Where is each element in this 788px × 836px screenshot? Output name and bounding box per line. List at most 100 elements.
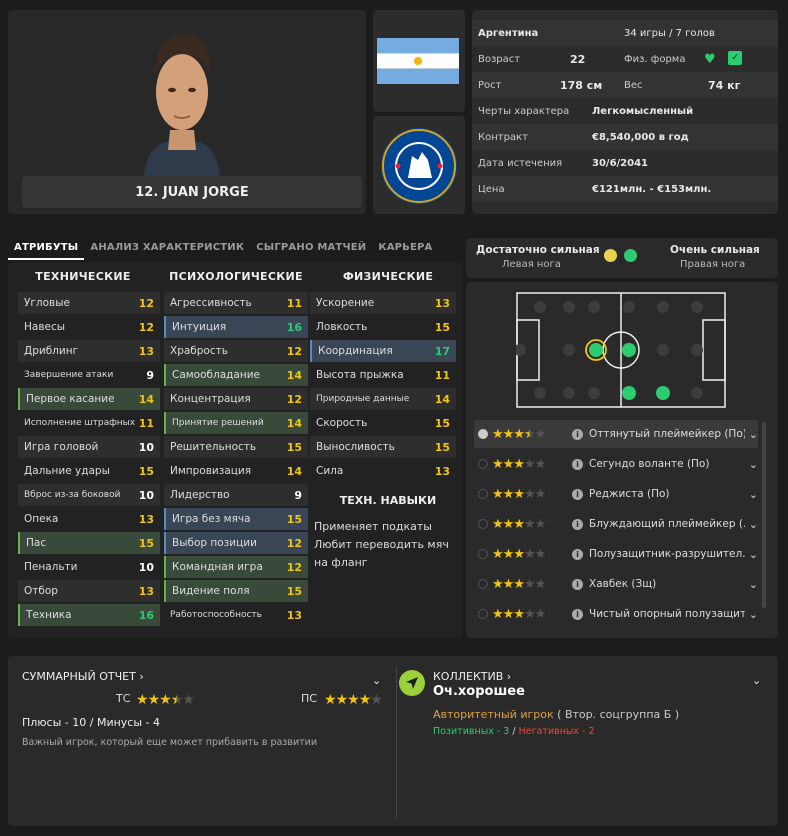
attribute-row[interactable]: Техника 16 — [18, 604, 160, 626]
nation-label[interactable]: Аргентина — [478, 28, 538, 39]
team-title[interactable]: КОЛЛЕКТИВ › — [433, 670, 511, 683]
role-label: Блуждающий плеймейкер (... — [589, 518, 745, 530]
team-status: Оч.хорошее — [433, 684, 525, 699]
attribute-value: 15 — [286, 440, 302, 454]
attribute-row[interactable]: Отбор 13 — [18, 580, 160, 602]
attribute-row[interactable]: Видение поля 15 — [164, 580, 308, 602]
attribute-row[interactable]: Ускорение 13 — [310, 292, 456, 314]
attribute-row[interactable]: Принятие решений 14 — [164, 412, 308, 434]
attribute-row[interactable]: Пенальти 10 — [18, 556, 160, 578]
chevron-down-icon[interactable]: ⌄ — [749, 518, 758, 531]
attribute-row[interactable]: Навесы 12 — [18, 316, 160, 338]
player-photo-panel: 12. JUAN JORGE — [8, 10, 366, 214]
attribute-row[interactable]: Работоспособность 13 — [164, 604, 308, 626]
attribute-row[interactable]: Вброс из-за боковой 10 — [18, 484, 160, 506]
attribute-row[interactable]: Храбрость 12 — [164, 340, 308, 362]
attribute-row[interactable]: Самообладание 14 — [164, 364, 308, 386]
tab-matches[interactable]: СЫГРАНО МАТЧЕЙ — [250, 238, 372, 260]
info-icon[interactable]: i — [572, 548, 583, 560]
expiry-value: 30/6/2041 — [592, 157, 649, 169]
team-role-label: Авторитетный игрок — [433, 708, 554, 721]
role-row[interactable]: ★★★★★ i Сегундо воланте (По) ⌄ — [474, 450, 758, 478]
attribute-row[interactable]: Исполнение штрафных 11 — [18, 412, 160, 434]
star-icon: ★ — [513, 426, 525, 442]
attribute-row[interactable]: Завершение атаки 9 — [18, 364, 160, 386]
attribute-row[interactable]: Концентрация 12 — [164, 388, 308, 410]
info-icon[interactable]: i — [572, 428, 583, 440]
role-row[interactable]: ★★★★★ i Полузащитник-разрушител... ⌄ — [474, 540, 758, 568]
info-icon[interactable]: i — [572, 488, 583, 500]
roles-scrollbar[interactable] — [762, 422, 766, 608]
attribute-row[interactable]: Дриблинг 13 — [18, 340, 160, 362]
chevron-down-icon[interactable]: ⌄ — [749, 608, 758, 621]
chevron-down-icon[interactable]: ⌄ — [749, 548, 758, 561]
role-row[interactable]: ★★★★★ i Хавбек (Зщ) ⌄ — [474, 570, 758, 598]
pros-cons: Плюсы - 10 / Минусы - 4 — [22, 716, 160, 729]
attribute-row[interactable]: Пас 15 — [18, 532, 160, 554]
role-row[interactable]: ★★★★★ i Реджиста (По) ⌄ — [474, 480, 758, 508]
attribute-row[interactable]: Скорость 15 — [310, 412, 456, 434]
chevron-down-icon[interactable]: ⌄ — [752, 674, 761, 687]
chevron-down-icon[interactable]: ⌄ — [749, 428, 758, 441]
chevron-down-icon[interactable]: ⌄ — [372, 674, 381, 687]
tab-analysis[interactable]: АНАЛИЗ ХАРАКТЕРИСТИК — [84, 238, 250, 260]
attribute-label: Выбор позиции — [172, 537, 257, 549]
attribute-value: 15 — [434, 440, 450, 454]
attribute-row[interactable]: Дальние удары 15 — [18, 460, 160, 482]
radio-icon[interactable] — [478, 429, 488, 439]
attribute-value: 14 — [138, 392, 154, 406]
tab-attributes[interactable]: АТРИБУТЫ — [8, 238, 85, 260]
attribute-row[interactable]: Опека 13 — [18, 508, 160, 530]
attribute-row[interactable]: Импровизация 14 — [164, 460, 308, 482]
radio-icon[interactable] — [478, 609, 488, 619]
attribute-row[interactable]: Игра без мяча 15 — [164, 508, 308, 530]
attribute-value: 11 — [434, 368, 450, 382]
attribute-row[interactable]: Угловые 12 — [18, 292, 160, 314]
radio-icon[interactable] — [478, 519, 488, 529]
attribute-label: Ускорение — [316, 297, 375, 309]
chevron-right-icon: › — [506, 670, 512, 683]
attribute-row[interactable]: Природные данные 14 — [310, 388, 456, 410]
attribute-row[interactable]: Высота прыжка 11 — [310, 364, 456, 386]
divider — [396, 666, 397, 818]
attribute-row[interactable]: Ловкость 15 — [310, 316, 456, 338]
info-icon[interactable]: i — [572, 578, 583, 590]
chevron-down-icon[interactable]: ⌄ — [749, 578, 758, 591]
attribute-row[interactable]: Агрессивность 11 — [164, 292, 308, 314]
attribute-value: 12 — [286, 536, 302, 550]
info-icon[interactable]: i — [572, 518, 583, 530]
report-title[interactable]: СУММАРНЫЙ ОТЧЕТ › — [22, 670, 144, 683]
radio-icon[interactable] — [478, 549, 488, 559]
attribute-row[interactable]: Лидерство 9 — [164, 484, 308, 506]
info-icon[interactable]: i — [572, 458, 583, 470]
radio-icon[interactable] — [478, 579, 488, 589]
caps-text: 34 игры / 7 голов — [624, 27, 715, 39]
attribute-row[interactable]: Координация 17 — [310, 340, 456, 362]
chevron-down-icon[interactable]: ⌄ — [749, 488, 758, 501]
star-icon: ★ — [492, 516, 504, 532]
attribute-row[interactable]: Сила 13 — [310, 460, 456, 482]
star-icon: ★ — [159, 692, 172, 708]
player-portrait — [134, 18, 230, 176]
attribute-label: Интуиция — [172, 321, 227, 333]
attribute-row[interactable]: Командная игра 12 — [164, 556, 308, 578]
role-row[interactable]: ★★★★★ i Чистый опорный полузащит... ⌄ — [474, 600, 758, 628]
role-row[interactable]: ★★★★★ i Блуждающий плеймейкер (... ⌄ — [474, 510, 758, 538]
attribute-row[interactable]: Выносливость 15 — [310, 436, 456, 458]
attribute-row[interactable]: Выбор позиции 12 — [164, 532, 308, 554]
attribute-value: 17 — [434, 344, 450, 358]
ca-stars: ★★★★★ — [136, 689, 195, 708]
role-row[interactable]: ★★★★★ i Оттянутый плеймейкер (По) ⌄ — [474, 420, 758, 448]
radio-icon[interactable] — [478, 489, 488, 499]
attribute-row[interactable]: Интуиция 16 — [164, 316, 308, 338]
radio-icon[interactable] — [478, 459, 488, 469]
nation-flag-box[interactable] — [373, 10, 465, 112]
attribute-row[interactable]: Первое касание 14 — [18, 388, 160, 410]
role-stars: ★★★★★ — [492, 427, 572, 442]
attribute-row[interactable]: Решительность 15 — [164, 436, 308, 458]
chevron-down-icon[interactable]: ⌄ — [749, 458, 758, 471]
tab-career[interactable]: КАРЬЕРА — [372, 238, 438, 260]
attribute-row[interactable]: Игра головой 10 — [18, 436, 160, 458]
info-icon[interactable]: i — [572, 608, 583, 620]
club-badge-box[interactable] — [373, 116, 465, 214]
